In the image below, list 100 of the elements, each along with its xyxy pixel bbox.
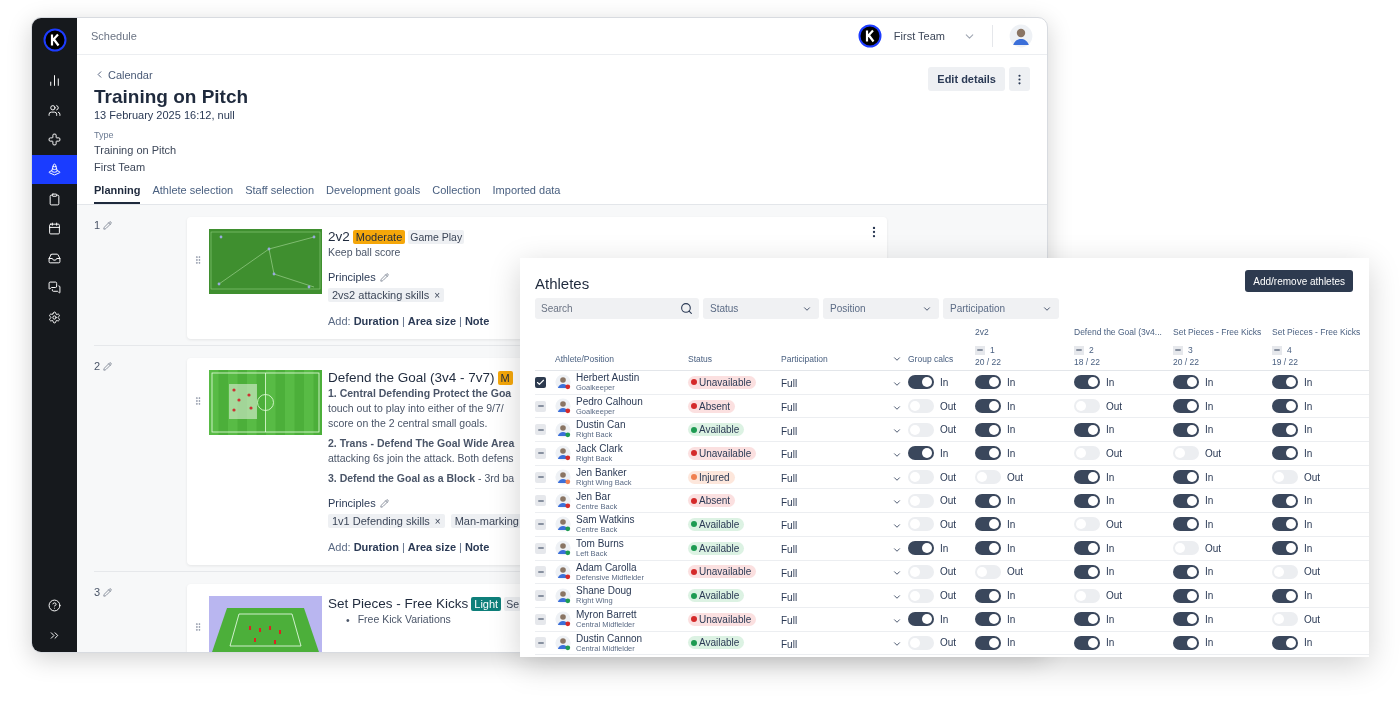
drag-handle-icon[interactable] <box>193 255 203 265</box>
toggle-switch[interactable] <box>1272 375 1298 390</box>
column-header: Athlete/Position <box>555 354 616 366</box>
minus-button[interactable] <box>535 590 546 602</box>
toggle-label: In <box>1205 400 1214 412</box>
toggle-switch[interactable] <box>1074 564 1100 579</box>
collapse-button[interactable] <box>975 345 985 355</box>
toggle-switch[interactable] <box>975 375 1001 390</box>
filter-select[interactable]: Participation <box>943 298 1059 319</box>
toggle-switch[interactable] <box>1173 612 1199 627</box>
toggle-switch[interactable] <box>1173 375 1199 390</box>
minus-button[interactable] <box>535 613 546 625</box>
participation-select[interactable]: Full <box>781 399 908 414</box>
toggle-switch[interactable] <box>1074 635 1100 650</box>
column-header[interactable]: Participation <box>781 354 908 367</box>
minus-button[interactable] <box>535 495 546 507</box>
toggle-switch[interactable] <box>1173 588 1199 603</box>
toggle-switch[interactable] <box>975 588 1001 603</box>
toggle-switch[interactable] <box>975 493 1001 508</box>
tab[interactable]: Athlete selection <box>152 184 234 204</box>
add-remove-athletes-button[interactable]: Add/remove athletes <box>1245 270 1353 292</box>
toggle-switch[interactable] <box>1074 375 1100 390</box>
toggle-switch[interactable] <box>975 541 1001 556</box>
participation-select[interactable]: Full <box>781 375 908 390</box>
minus-button[interactable] <box>535 400 546 412</box>
add-link[interactable]: Note <box>464 541 490 553</box>
add-link[interactable]: Duration <box>353 315 399 327</box>
toggle-switch[interactable] <box>908 612 934 627</box>
toggle-switch[interactable] <box>975 517 1001 532</box>
minus-button[interactable] <box>535 447 546 459</box>
toggle-switch[interactable] <box>975 612 1001 627</box>
remove-button[interactable]: × <box>434 515 441 527</box>
participation-select[interactable]: Full <box>781 422 908 437</box>
toggle-switch[interactable] <box>975 422 1001 437</box>
toggle-switch[interactable] <box>908 446 934 461</box>
toggle-switch[interactable] <box>1074 612 1100 627</box>
session-count: 20 / 22 <box>975 357 1002 367</box>
toggle-switch[interactable] <box>1173 517 1199 532</box>
toggle-switch[interactable] <box>1272 446 1298 461</box>
drag-handle-icon[interactable] <box>193 622 203 632</box>
add-link[interactable]: Duration <box>353 541 399 553</box>
toggle-switch[interactable] <box>908 541 934 556</box>
team-name[interactable]: First Team <box>893 30 945 42</box>
sidebar-item[interactable] <box>32 154 77 185</box>
tab[interactable]: Development goals <box>326 184 421 204</box>
toggle-switch[interactable] <box>1173 422 1199 437</box>
toggle-switch[interactable] <box>1173 635 1199 650</box>
toggle-switch[interactable] <box>975 635 1001 650</box>
toggle-switch[interactable] <box>1074 541 1100 556</box>
participation-select[interactable]: Full <box>781 612 908 627</box>
search-field[interactable]: Search <box>535 298 699 319</box>
toggle-switch[interactable] <box>1272 399 1298 414</box>
add-link[interactable]: Area size <box>407 315 457 327</box>
minus-button[interactable] <box>535 542 546 554</box>
minus-button[interactable] <box>535 518 546 530</box>
participation-select[interactable]: Full <box>781 541 908 556</box>
toggle-switch[interactable] <box>1074 422 1100 437</box>
toggle-switch[interactable] <box>975 399 1001 414</box>
remove-button[interactable]: × <box>434 289 441 301</box>
toggle-switch[interactable] <box>1272 541 1298 556</box>
row-checkbox[interactable] <box>535 376 546 388</box>
participation-select[interactable]: Full <box>781 493 908 508</box>
collapse-button[interactable] <box>1272 345 1282 355</box>
drag-handle-icon[interactable] <box>193 396 203 406</box>
minus-button[interactable] <box>535 471 546 483</box>
participation-select[interactable]: Full <box>781 635 908 650</box>
toggle-switch[interactable] <box>975 446 1001 461</box>
toggle-switch[interactable] <box>1173 493 1199 508</box>
filter-select[interactable]: Position <box>823 298 939 319</box>
filter-select[interactable]: Status <box>703 298 819 319</box>
toggle-switch[interactable] <box>1074 470 1100 485</box>
minus-button[interactable] <box>535 637 546 649</box>
minus-button[interactable] <box>535 424 546 436</box>
tab[interactable]: Imported data <box>492 184 561 204</box>
logo-icon <box>857 24 882 48</box>
toggle-switch[interactable] <box>1173 564 1199 579</box>
participation-select[interactable]: Full <box>781 588 908 603</box>
add-link[interactable]: Note <box>464 315 490 327</box>
toggle-switch[interactable] <box>1173 470 1199 485</box>
toggle-switch[interactable] <box>1074 493 1100 508</box>
tab[interactable]: Staff selection <box>245 184 315 204</box>
session-count: 18 / 22 <box>1074 357 1101 367</box>
toggle-switch[interactable] <box>1272 635 1298 650</box>
back-link[interactable]: Calendar <box>94 68 153 81</box>
edit-details-button[interactable]: Edit details <box>928 67 1005 91</box>
participation-select[interactable]: Full <box>781 564 908 579</box>
toggle-switch[interactable] <box>1173 399 1199 414</box>
toggle-switch[interactable] <box>1272 517 1298 532</box>
participation-select[interactable]: Full <box>781 517 908 532</box>
collapse-button[interactable] <box>1173 345 1183 355</box>
participation-select[interactable]: Full <box>781 446 908 461</box>
minus-button[interactable] <box>535 566 546 578</box>
tab[interactable]: Collection <box>432 184 481 204</box>
toggle-switch[interactable] <box>1272 493 1298 508</box>
toggle-switch[interactable] <box>908 375 934 390</box>
toggle-switch[interactable] <box>1272 422 1298 437</box>
add-link[interactable]: Area size <box>407 541 457 553</box>
collapse-button[interactable] <box>1074 345 1084 355</box>
participation-select[interactable]: Full <box>781 470 908 485</box>
toggle-switch[interactable] <box>1272 588 1298 603</box>
